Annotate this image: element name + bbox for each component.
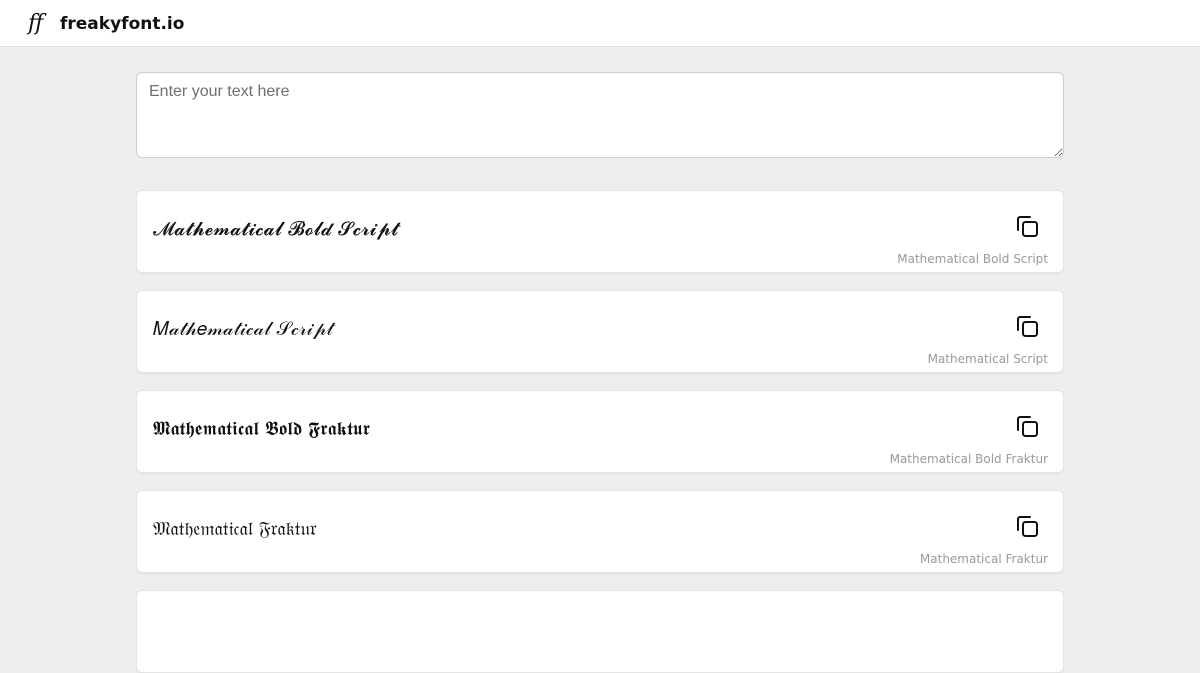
font-sample-text[interactable]: 𝔐𝔞𝔱𝔥𝔢𝔪𝔞𝔱𝔦𝔠𝔞𝔩 𝔉𝔯𝔞𝔨𝔱𝔲𝔯: [153, 517, 317, 541]
font-sample-text[interactable]: 𝕸𝖆𝖙𝖍𝖊𝖒𝖆𝖙𝖎𝖈𝖆𝖑 𝕭𝖔𝖑𝖉 𝕱𝖗𝖆𝖐𝖙𝖚𝖗: [153, 417, 370, 441]
copy-icon: [1017, 416, 1038, 437]
site-name-link[interactable]: freakyfont.io: [60, 13, 184, 35]
copy-icon: [1017, 216, 1038, 237]
font-card-mathematical-bold-fraktur: 𝕸𝖆𝖙𝖍𝖊𝖒𝖆𝖙𝖎𝖈𝖆𝖑 𝕭𝖔𝖑𝖉 𝕱𝖗𝖆𝖐𝖙𝖚𝖗 Mathematical B…: [136, 390, 1064, 473]
copy-button[interactable]: [1015, 214, 1041, 240]
font-card-partial: [136, 590, 1064, 673]
copy-button[interactable]: [1015, 514, 1041, 540]
copy-icon: [1017, 316, 1038, 337]
font-sample-text[interactable]: 𝓜𝓪𝓽𝓱𝓮𝓶𝓪𝓽𝓲𝓬𝓪𝓵 𝓑𝓸𝓵𝓭 𝓢𝓬𝓻𝓲𝓹𝓽: [153, 217, 398, 241]
font-card-mathematical-fraktur: 𝔐𝔞𝔱𝔥𝔢𝔪𝔞𝔱𝔦𝔠𝔞𝔩 𝔉𝔯𝔞𝔨𝔱𝔲𝔯 Mathematical Fraktu…: [136, 490, 1064, 573]
text-input[interactable]: [136, 72, 1064, 158]
site-logo[interactable]: ff: [28, 11, 43, 37]
font-card-mathematical-bold-script: 𝓜𝓪𝓽𝓱𝓮𝓶𝓪𝓽𝓲𝓬𝓪𝓵 𝓑𝓸𝓵𝓭 𝓢𝓬𝓻𝓲𝓹𝓽 Mathematical Bo…: [136, 190, 1064, 273]
copy-button[interactable]: [1015, 314, 1041, 340]
font-name-label: Mathematical Fraktur: [919, 552, 1048, 566]
font-card-mathematical-script: 𝑀𝒶𝓉𝒽𝑒𝓂𝒶𝓉𝒾𝒸𝒶𝓁 𝒮𝒸𝓇𝒾𝓅𝓉 Mathematical Script: [136, 290, 1064, 373]
top-navbar: ff freakyfont.io: [0, 0, 1200, 47]
copy-icon: [1017, 516, 1038, 537]
font-name-label: Mathematical Script: [927, 352, 1048, 366]
font-sample-text[interactable]: 𝑀𝒶𝓉𝒽𝑒𝓂𝒶𝓉𝒾𝒸𝒶𝓁 𝒮𝒸𝓇𝒾𝓅𝓉: [153, 317, 333, 341]
copy-button[interactable]: [1015, 414, 1041, 440]
font-name-label: Mathematical Bold Script: [897, 252, 1048, 266]
main-content: 𝓜𝓪𝓽𝓱𝓮𝓶𝓪𝓽𝓲𝓬𝓪𝓵 𝓑𝓸𝓵𝓭 𝓢𝓬𝓻𝓲𝓹𝓽 Mathematical Bo…: [136, 72, 1064, 673]
font-name-label: Mathematical Bold Fraktur: [889, 452, 1048, 466]
